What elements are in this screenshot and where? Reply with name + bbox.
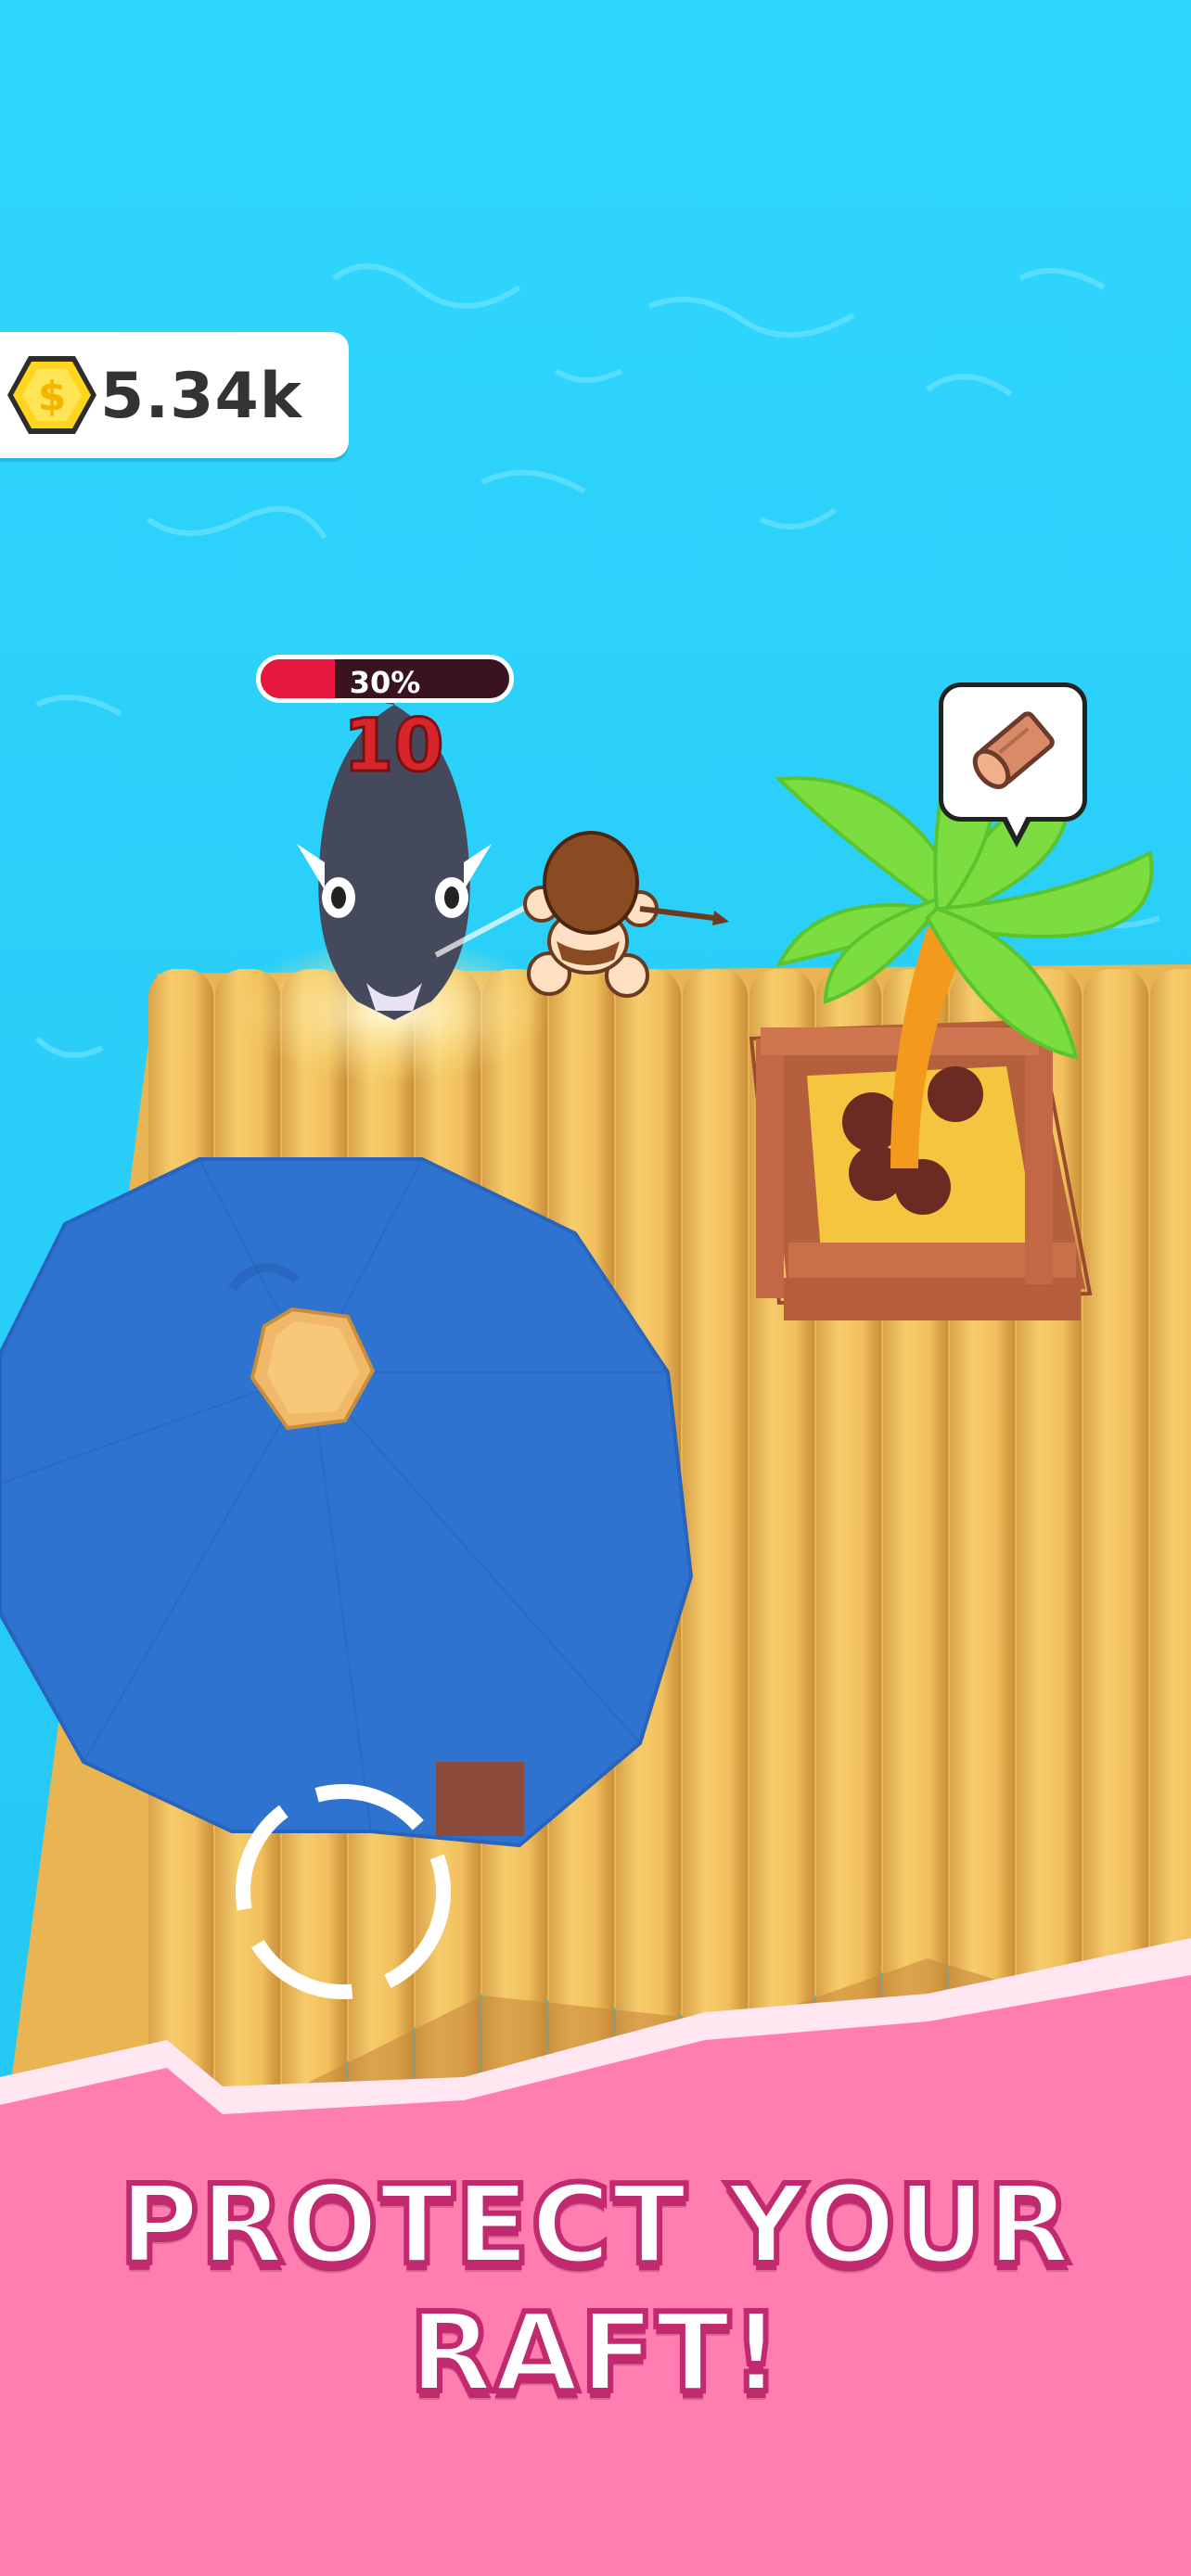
promo-banner-title: PROTECT YOUR RAFT! [116, 2158, 1073, 2419]
dollar-coin-icon: $ [7, 356, 96, 434]
coin-counter: $ 5.34k [0, 332, 349, 458]
beach-umbrella[interactable] [0, 1157, 694, 1848]
coin-amount: 5.34k [100, 360, 302, 433]
damage-number: 10 [342, 704, 446, 790]
enemy-health-label: 30% [349, 665, 421, 700]
crafting-bench[interactable] [436, 1762, 524, 1836]
enemy-health-bar: 30% [256, 655, 514, 703]
speech-bubble-tail-inner [1005, 814, 1028, 836]
svg-text:$: $ [38, 373, 67, 420]
wood-log-icon [972, 711, 1055, 789]
